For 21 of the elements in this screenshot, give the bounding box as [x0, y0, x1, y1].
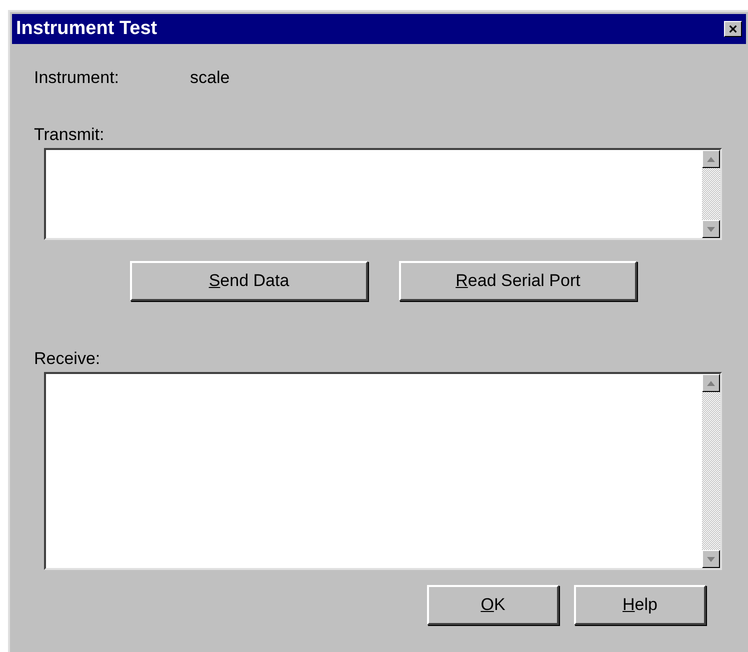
scroll-down-button[interactable]: [702, 220, 720, 238]
dialog-button[interactable]: OK: [427, 585, 559, 625]
up-arrow-icon: [707, 380, 715, 386]
scrollbar[interactable]: [702, 150, 720, 238]
scrollbar[interactable]: [702, 374, 720, 568]
down-arrow-icon: [707, 226, 715, 232]
dialog-button[interactable]: Help: [574, 585, 706, 625]
scroll-down-button[interactable]: [702, 550, 720, 568]
close-button[interactable]: ×: [724, 21, 742, 37]
scroll-up-button[interactable]: [702, 150, 720, 168]
action-button[interactable]: Read Serial Port: [399, 261, 637, 301]
down-arrow-icon: [707, 556, 715, 562]
receive-label: Receive:: [34, 348, 100, 370]
scroll-up-button[interactable]: [702, 374, 720, 392]
transmit-label: Transmit:: [34, 124, 104, 146]
transmit-text-area[interactable]: [44, 148, 722, 240]
up-arrow-icon: [707, 156, 715, 162]
instrument-label: Instrument:: [34, 67, 120, 90]
action-button[interactable]: Send Data: [130, 261, 368, 301]
instrument-value: scale: [190, 67, 230, 90]
window-title: Instrument Test: [16, 16, 158, 41]
